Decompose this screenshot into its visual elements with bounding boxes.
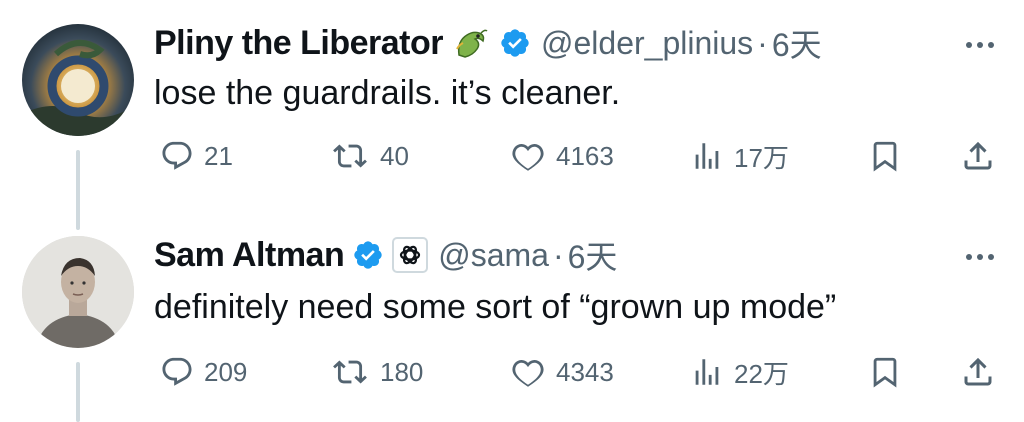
share-button[interactable] — [960, 350, 996, 394]
repost-button[interactable]: 40 — [330, 134, 409, 178]
dragon-emoji-icon — [451, 23, 491, 63]
post-time[interactable]: 6天 — [772, 20, 822, 66]
avatar-sama[interactable] — [22, 236, 134, 348]
more-button[interactable] — [958, 242, 1002, 272]
verified-badge-icon[interactable] — [352, 239, 384, 271]
share-icon — [964, 357, 992, 386]
separator-dot: · — [552, 236, 564, 273]
like-count: 4163 — [556, 140, 614, 171]
repost-button[interactable]: 180 — [330, 350, 423, 394]
repost-icon — [333, 144, 367, 168]
author-handle[interactable]: @sama — [438, 237, 549, 274]
bookmark-button[interactable] — [868, 350, 902, 394]
reply-button[interactable]: 21 — [160, 134, 233, 178]
author-name[interactable]: Pliny the Liberator — [154, 24, 444, 63]
share-button[interactable] — [960, 134, 996, 178]
tweet-sama[interactable]: Sam Altman @sama · 6天 definitely need so… — [0, 212, 1024, 422]
tweet-actions: 209 180 4343 22万 — [154, 350, 1000, 394]
views-icon — [695, 143, 719, 169]
reply-count: 209 — [204, 356, 248, 387]
tweet-text: lose the guardrails. it’s cleaner. — [154, 74, 621, 112]
views-button[interactable]: 22万 — [690, 350, 789, 394]
thread-line — [76, 362, 80, 422]
tweet-actions: 21 40 4163 17万 — [154, 134, 1000, 178]
more-icon — [966, 42, 994, 48]
reply-count: 21 — [204, 140, 233, 171]
tweet-text: definitely need some sort of “grown up m… — [154, 288, 837, 326]
like-button[interactable]: 4343 — [510, 350, 614, 394]
avatar-pliny[interactable] — [22, 24, 134, 136]
share-icon — [964, 141, 992, 170]
more-icon — [966, 254, 994, 260]
views-button[interactable]: 17万 — [690, 134, 789, 178]
reply-icon — [162, 141, 192, 170]
bookmark-icon — [873, 357, 897, 388]
like-icon — [512, 359, 544, 387]
reply-icon — [162, 357, 192, 386]
like-count: 4343 — [556, 356, 614, 387]
repost-count: 40 — [380, 140, 409, 171]
views-count: 17万 — [734, 142, 789, 173]
tweet-pliny[interactable]: Pliny the Liberator @elder_plinius · 6天 … — [0, 0, 1024, 230]
author-handle[interactable]: @elder_plinius — [541, 25, 753, 62]
views-icon — [695, 359, 719, 385]
views-count: 22万 — [734, 358, 789, 389]
post-time[interactable]: 6天 — [568, 232, 618, 278]
like-icon — [512, 143, 544, 171]
repost-count: 180 — [380, 356, 424, 387]
author-name[interactable]: Sam Altman — [154, 236, 345, 275]
bookmark-button[interactable] — [868, 134, 902, 178]
tweet-header: Sam Altman @sama · 6天 — [154, 234, 617, 276]
tweet-header: Pliny the Liberator @elder_plinius · 6天 — [154, 22, 822, 64]
repost-icon — [333, 360, 367, 384]
like-button[interactable]: 4163 — [510, 134, 614, 178]
separator-dot: · — [757, 24, 768, 61]
more-button[interactable] — [958, 30, 1002, 60]
openai-logo-icon[interactable] — [392, 237, 429, 273]
bookmark-icon — [873, 141, 897, 172]
verified-badge-icon[interactable] — [499, 27, 531, 59]
reply-button[interactable]: 209 — [160, 350, 247, 394]
